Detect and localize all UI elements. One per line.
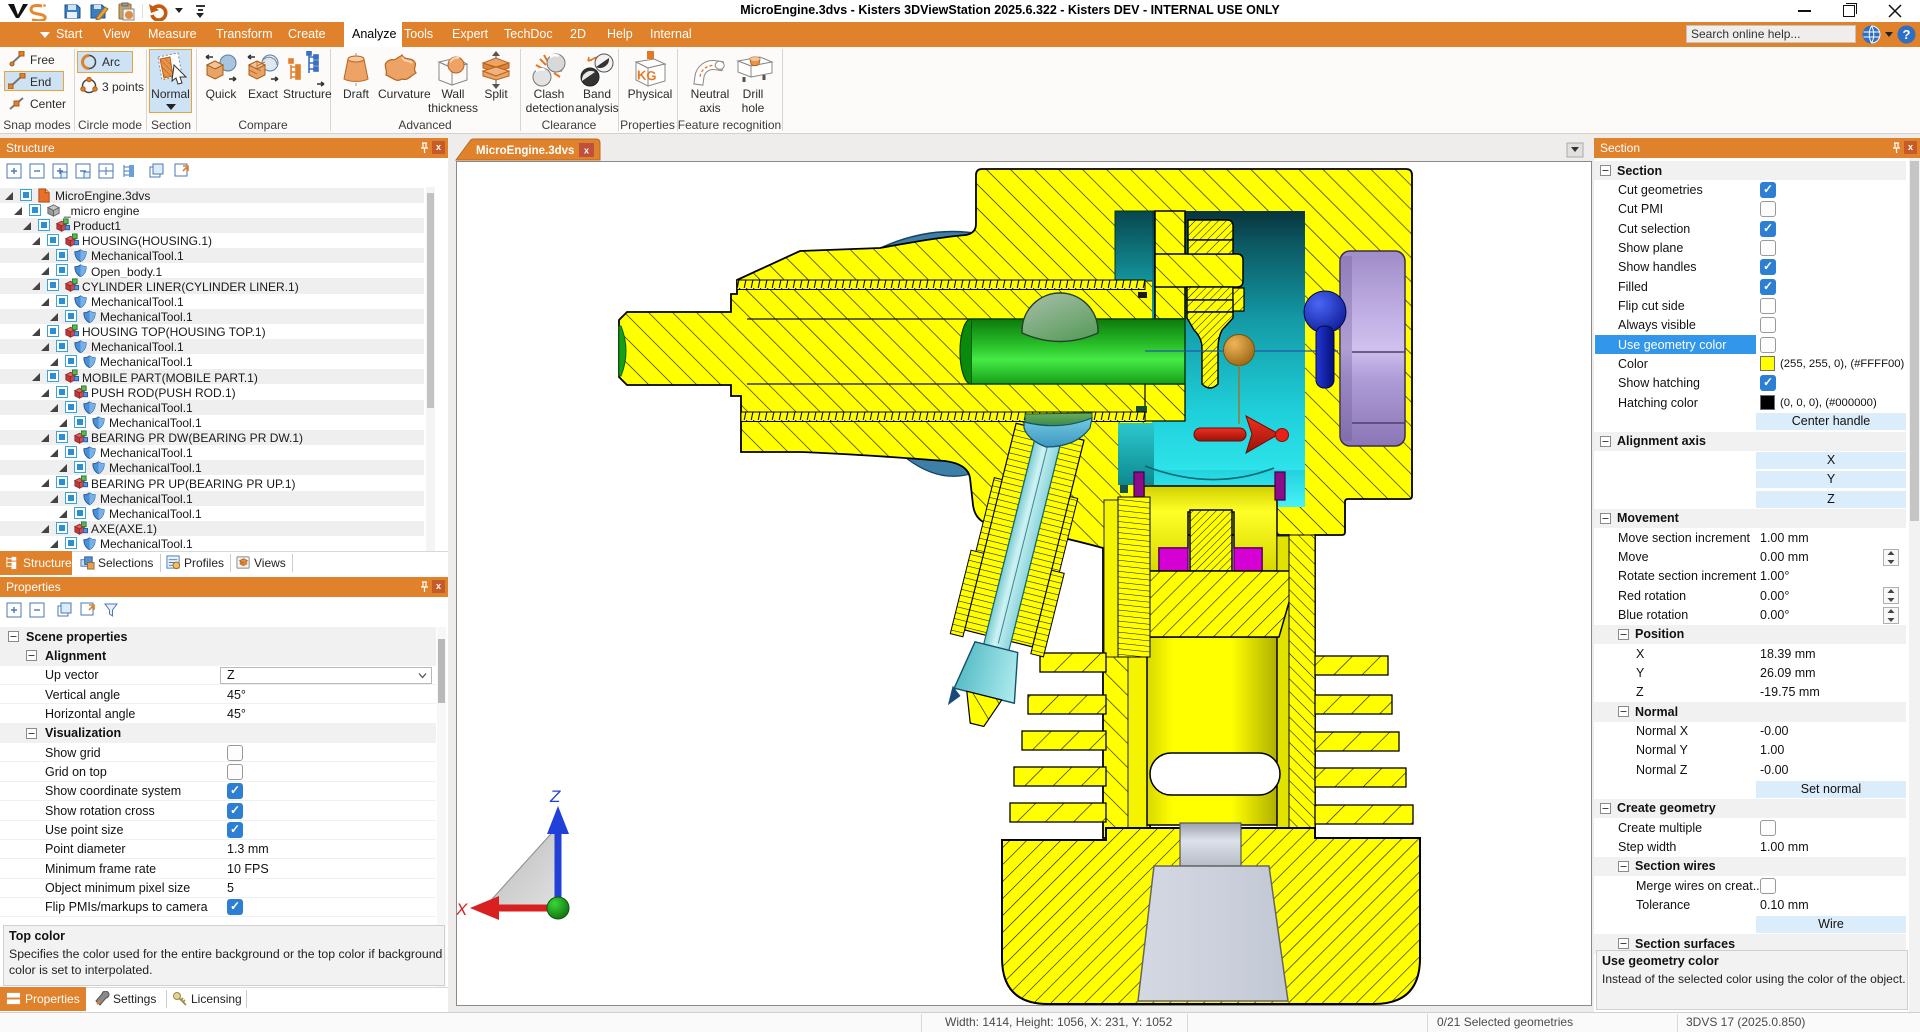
svg-text:?: ? [1903, 27, 1911, 42]
svg-text:KG: KG [637, 67, 656, 83]
svg-text:x: x [584, 146, 589, 156]
svg-text:Z: Z [549, 787, 561, 806]
svg-text:MicroEngine.3dvs: MicroEngine.3dvs [476, 145, 574, 157]
svg-text:X: X [456, 900, 468, 919]
